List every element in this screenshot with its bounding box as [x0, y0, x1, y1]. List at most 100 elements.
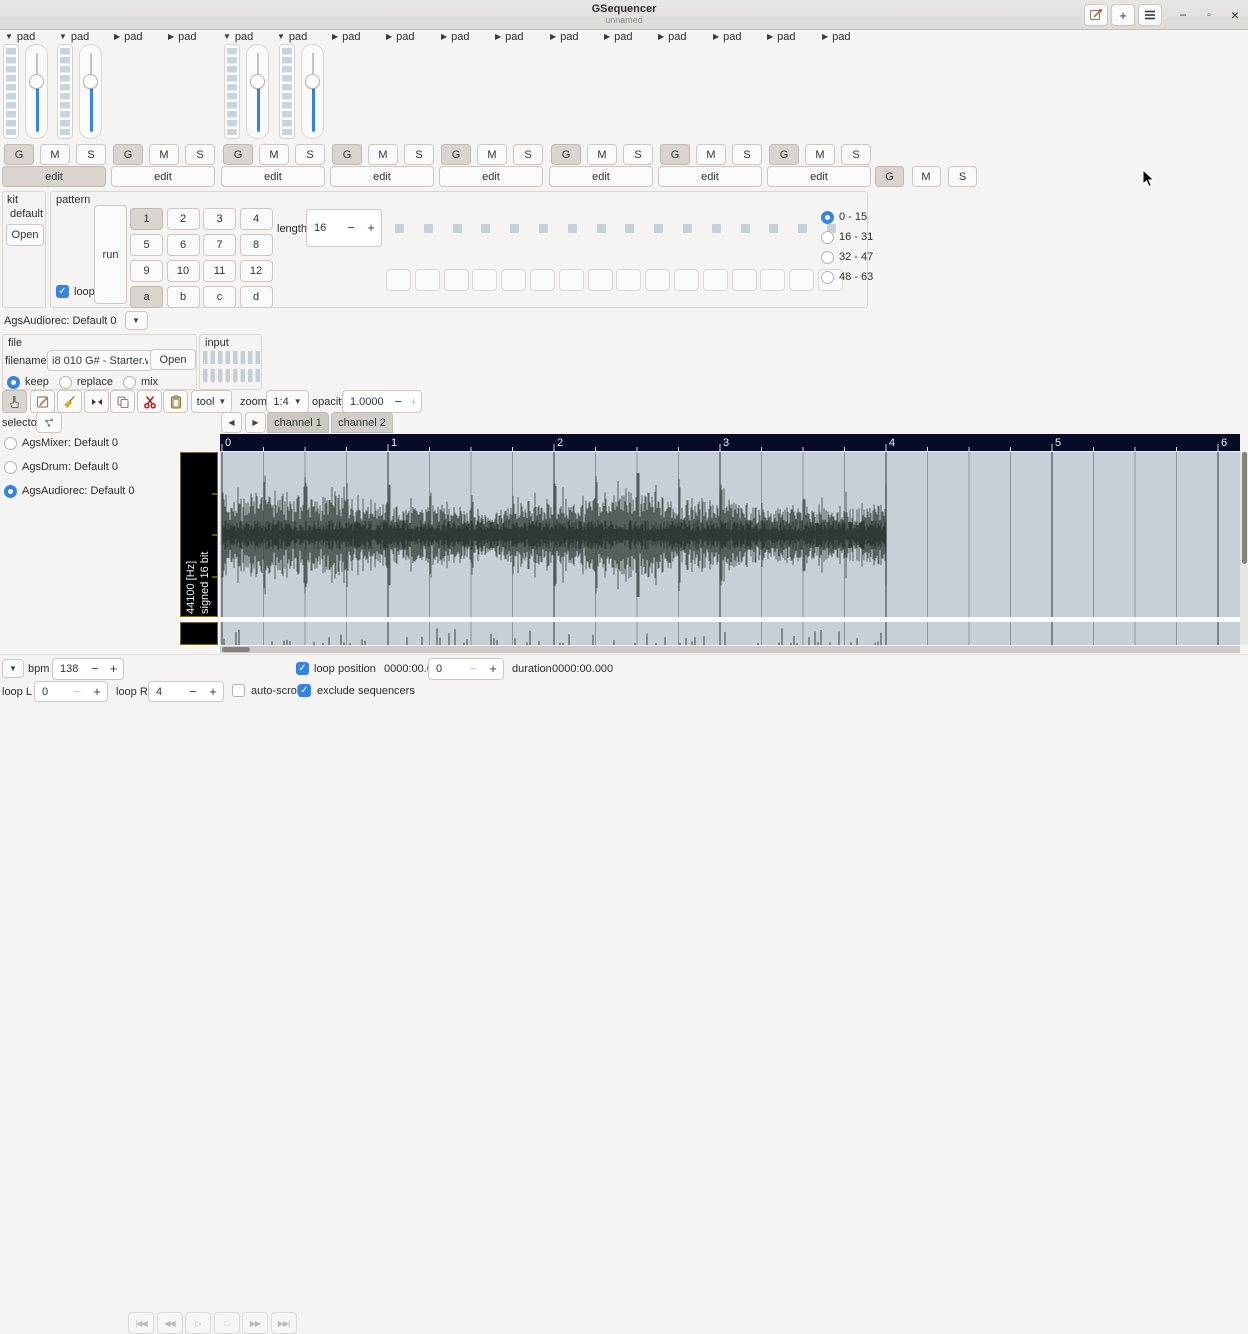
replace-radio[interactable] [59, 376, 72, 389]
mix-radio[interactable] [123, 376, 136, 389]
pad-collapsed-icon[interactable]: ▶ [495, 32, 501, 42]
group-toggle-button[interactable]: G [4, 144, 34, 165]
loop-l-value[interactable]: 0 [35, 686, 67, 698]
opacity-plus-button[interactable]: + [406, 392, 421, 412]
bank-button-6[interactable]: 6 [167, 234, 200, 256]
pattern-pad-toggle[interactable] [732, 269, 757, 291]
machine-combo-button[interactable]: ▼ [125, 311, 148, 330]
channel2-waveform[interactable] [220, 622, 1240, 645]
bpm-value[interactable]: 138 [53, 663, 85, 675]
vertical-scrollbar[interactable] [1240, 452, 1248, 645]
bpm-preset-combo[interactable]: ▼ [2, 659, 24, 678]
bank-button-9[interactable]: 9 [130, 260, 163, 282]
offset-radio[interactable] [821, 271, 834, 284]
master-group-toggle-button[interactable]: G [875, 166, 904, 187]
mute-toggle-button[interactable]: M [587, 144, 617, 165]
pad-header-7[interactable]: ▶pad [332, 31, 361, 43]
pad-volume-slider[interactable] [25, 44, 48, 139]
pad-collapsed-icon[interactable]: ▶ [114, 32, 120, 42]
length-minus-button[interactable]: − [341, 218, 361, 238]
pattern-pad-toggle[interactable] [501, 269, 526, 291]
bank-button-c[interactable]: c [203, 286, 236, 308]
mute-toggle-button[interactable]: M [40, 144, 70, 165]
pattern-pad-toggle[interactable] [645, 269, 670, 291]
tab-scroll-right-button[interactable]: ▶ [245, 412, 266, 433]
pad-collapsed-icon[interactable]: ▶ [441, 32, 447, 42]
exclude-checkbox[interactable]: ✓ [298, 684, 311, 697]
pattern-pad-toggle[interactable] [472, 269, 497, 291]
solo-toggle-button[interactable]: S [185, 144, 215, 165]
opacity-minus-button[interactable]: − [391, 392, 406, 412]
pad-expanded-icon[interactable]: ▼ [223, 32, 231, 42]
pad-collapsed-icon[interactable]: ▶ [550, 32, 556, 42]
bank-button-5[interactable]: 5 [130, 234, 163, 256]
stop-button[interactable]: □ [214, 1312, 240, 1334]
pattern-pad-toggle[interactable] [415, 269, 440, 291]
mute-toggle-button[interactable]: M [477, 144, 507, 165]
offset-radio[interactable] [821, 211, 834, 224]
group-toggle-button[interactable]: G [113, 144, 143, 165]
edit-button[interactable]: edit [221, 166, 325, 187]
group-toggle-button[interactable]: G [660, 144, 690, 165]
pattern-pad-toggle[interactable] [703, 269, 728, 291]
length-plus-button[interactable]: + [361, 218, 381, 238]
pattern-pad-toggle[interactable] [760, 269, 785, 291]
machine-radio[interactable] [4, 461, 17, 474]
slider-thumb[interactable] [305, 74, 320, 89]
mute-toggle-button[interactable]: M [149, 144, 179, 165]
close-button[interactable]: × [1224, 4, 1246, 26]
bank-button-7[interactable]: 7 [203, 234, 236, 256]
tab-scroll-left-button[interactable]: ◀ [221, 412, 242, 433]
pad-header-6[interactable]: ▼pad [277, 31, 307, 43]
bank-button-11[interactable]: 11 [203, 260, 236, 282]
loop-l-plus-button[interactable]: + [87, 682, 107, 702]
position-spin-value[interactable]: 0 [429, 663, 463, 675]
slider-thumb[interactable] [83, 74, 98, 89]
edit-tool-button[interactable] [30, 390, 55, 413]
pad-header-9[interactable]: ▶pad [441, 31, 470, 43]
vertical-scrollbar-thumb[interactable] [1242, 452, 1247, 564]
pad-collapsed-icon[interactable]: ▶ [658, 32, 664, 42]
pad-header-16[interactable]: ▶pad [822, 31, 851, 43]
bank-button-10[interactable]: 10 [167, 260, 200, 282]
edit-button[interactable]: edit [330, 166, 434, 187]
pad-expanded-icon[interactable]: ▼ [277, 32, 285, 42]
pad-expanded-icon[interactable]: ▼ [5, 32, 13, 42]
mute-toggle-button[interactable]: M [259, 144, 289, 165]
pad-header-10[interactable]: ▶pad [495, 31, 524, 43]
autoscroll-checkbox[interactable] [232, 684, 245, 697]
position-plus-button[interactable]: + [483, 659, 503, 679]
horizontal-scrollbar-thumb[interactable] [222, 647, 250, 652]
solo-toggle-button[interactable]: S [76, 144, 106, 165]
pattern-pad-toggle[interactable] [616, 269, 641, 291]
keep-radio[interactable] [7, 376, 20, 389]
titlebar[interactable]: GSequencer unnamed + − ▫ × [0, 0, 1248, 30]
paste-button[interactable] [163, 390, 188, 413]
pad-header-1[interactable]: ▼pad [5, 31, 35, 43]
pad-header-4[interactable]: ▶pad [168, 31, 197, 43]
bank-button-12[interactable]: 12 [240, 260, 273, 282]
pad-header-8[interactable]: ▶pad [386, 31, 415, 43]
offset-radio[interactable] [821, 251, 834, 264]
loop-r-plus-button[interactable]: + [203, 682, 223, 702]
loop-r-minus-button[interactable]: − [183, 682, 203, 702]
pad-header-5[interactable]: ▼pad [223, 31, 253, 43]
pad-collapsed-icon[interactable]: ▶ [713, 32, 719, 42]
solo-toggle-button[interactable]: S [623, 144, 653, 165]
pad-collapsed-icon[interactable]: ▶ [604, 32, 610, 42]
master-mute-toggle-button[interactable]: M [912, 166, 941, 187]
pad-collapsed-icon[interactable]: ▶ [767, 32, 773, 42]
pattern-loop-checkbox[interactable]: ✓ [56, 285, 69, 298]
slider-thumb[interactable] [29, 74, 44, 89]
kit-open-button[interactable]: Open [6, 224, 44, 246]
pattern-pad-toggle[interactable] [444, 269, 469, 291]
pattern-pad-toggle[interactable] [789, 269, 814, 291]
run-button[interactable]: run [94, 205, 127, 304]
bpm-minus-button[interactable]: − [85, 659, 104, 679]
master-solo-toggle-button[interactable]: S [948, 166, 977, 187]
bank-button-b[interactable]: b [167, 286, 200, 308]
offset-radio[interactable] [821, 231, 834, 244]
skip-forward-button[interactable]: ▶▶| [271, 1312, 297, 1334]
file-open-button[interactable]: Open [150, 349, 196, 370]
solo-toggle-button[interactable]: S [732, 144, 762, 165]
